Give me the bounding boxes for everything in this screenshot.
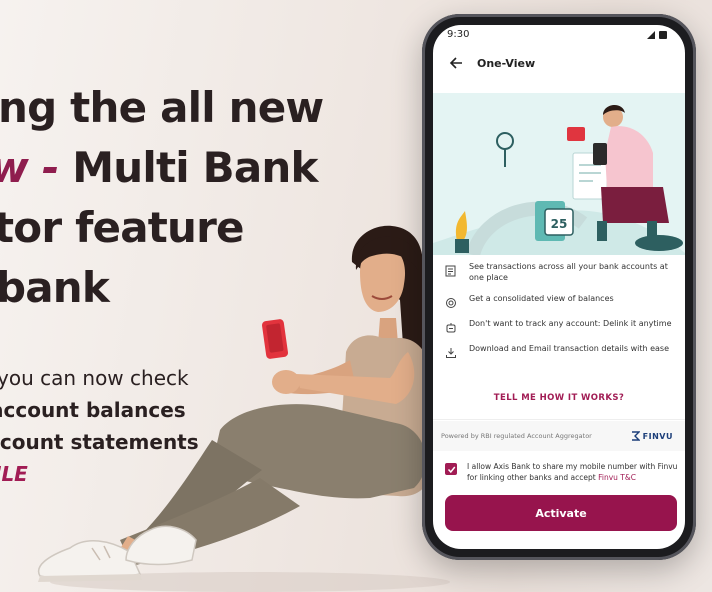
finvu-mark-icon: [631, 431, 640, 441]
headline-line-2-rest: Multi Bank: [58, 143, 318, 192]
arrow-left-icon: [449, 57, 462, 69]
subtext-line-2: account balances: [0, 398, 186, 422]
subtext-line-3: ccount statements: [0, 430, 199, 454]
list-icon: [445, 262, 459, 277]
subtext-line-4: ILE: [0, 462, 28, 486]
headline-line-4: bank: [0, 263, 110, 312]
feature-item: Get a consolidated view of balances: [445, 293, 677, 308]
feature-text: Get a consolidated view of balances: [469, 294, 614, 303]
feature-item: Don't want to track any account: Delink …: [445, 318, 677, 333]
subtext-block: you can now check account balances ccoun…: [0, 362, 199, 490]
powered-by-bar: Powered by RBI regulated Account Aggrega…: [433, 421, 685, 451]
status-bar: 9:30: [433, 25, 685, 47]
consent-checkbox[interactable]: [445, 463, 457, 475]
coins-icon: [445, 294, 459, 308]
feature-text: Download and Email transaction details w…: [469, 344, 669, 353]
how-it-works-link[interactable]: TELL ME HOW IT WORKS?: [433, 393, 685, 403]
divider: [433, 419, 685, 420]
phone-mockup: 9:30 One-View 25 See transactions across…: [422, 14, 696, 560]
signal-battery-icon: [647, 31, 667, 39]
download-icon: [445, 344, 459, 358]
headline-line-1: ng the all new: [0, 83, 324, 132]
consent-body: I allow Axis Bank to share my mobile num…: [467, 462, 678, 482]
hero-illustration: 25: [433, 93, 685, 255]
headline-line-2: w - Multi Bank: [0, 138, 323, 198]
headline-accent-text: w -: [0, 143, 59, 192]
finvu-tnc-link[interactable]: Finvu T&C: [598, 473, 636, 482]
consent-row: I allow Axis Bank to share my mobile num…: [445, 461, 679, 483]
headline: ng the all new w - Multi Bank tor featur…: [0, 78, 324, 318]
app-bar: One-View: [433, 47, 685, 79]
checkmark-icon: [447, 466, 455, 473]
finvu-logo: FINVU: [631, 431, 673, 441]
feature-item: Download and Email transaction details w…: [445, 343, 677, 358]
feature-list: See transactions across all your bank ac…: [445, 261, 677, 368]
headline-line-3: tor feature: [0, 203, 245, 252]
feature-text: See transactions across all your bank ac…: [469, 262, 668, 282]
powered-by-text: Powered by RBI regulated Account Aggrega…: [441, 432, 592, 440]
back-button[interactable]: [447, 54, 465, 72]
feature-item: See transactions across all your bank ac…: [445, 261, 677, 283]
activate-button[interactable]: Activate: [445, 495, 677, 531]
phone-screen: 9:30 One-View 25 See transactions across…: [433, 25, 685, 549]
status-time: 9:30: [447, 29, 470, 40]
screen-title: One-View: [477, 56, 536, 70]
consent-text: I allow Axis Bank to share my mobile num…: [467, 461, 679, 483]
one-view-illustration: 25: [433, 93, 685, 255]
status-icons: [647, 29, 685, 47]
finvu-wordmark: FINVU: [642, 431, 673, 441]
feature-text: Don't want to track any account: Delink …: [469, 319, 672, 328]
unlink-icon: [445, 319, 459, 333]
calendar-day: 25: [551, 217, 568, 231]
subtext-line-1: you can now check: [0, 366, 189, 390]
